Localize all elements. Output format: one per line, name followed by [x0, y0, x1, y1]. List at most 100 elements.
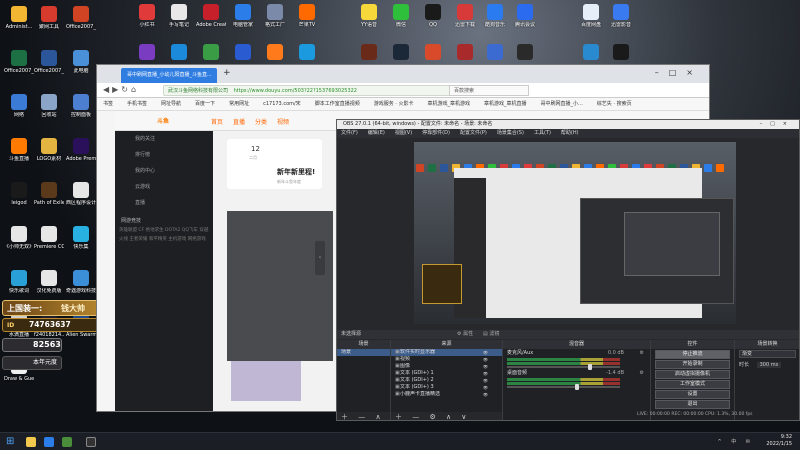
obs-window-controls[interactable]: –□× — [760, 120, 795, 129]
source-item[interactable]: ▣软件实时显示器 👁 — [391, 349, 502, 356]
desktop-shortcut[interactable]: QQ — [418, 4, 448, 28]
bookmark-item[interactable]: 章机游戏_章机直播 — [484, 101, 527, 107]
bookmark-item[interactable]: 脚本工作室直播视频 — [315, 101, 360, 107]
sidebar-item[interactable]: 直播 — [115, 195, 213, 211]
control-button[interactable]: 启动虚拟摄像机 — [655, 370, 730, 379]
desktop-shortcut[interactable]: 腾讯会议 — [510, 4, 540, 28]
video-player[interactable] — [227, 211, 333, 361]
desktop-shortcut[interactable]: Office2007_表格 — [4, 50, 34, 74]
desktop-shortcut[interactable] — [576, 44, 606, 62]
control-button[interactable]: 设置 — [655, 390, 730, 399]
obs-menu-item[interactable]: 停靠部件(D) — [422, 130, 450, 136]
site-menu-item[interactable]: 视频 — [277, 119, 289, 126]
source-item[interactable]: ▣文本 (GDI+) 2 👁 — [391, 377, 502, 384]
bookmark-item[interactable]: 哥中刷网直播_小... — [541, 101, 583, 107]
desktop-shortcut[interactable]: 快乐集 — [66, 226, 96, 250]
collapse-chevron-icon[interactable]: ‹ — [315, 241, 325, 275]
obs-taskbar-icon[interactable] — [86, 437, 96, 447]
desktop-shortcut[interactable]: Office2007_已打开PPT — [66, 6, 96, 30]
desktop-shortcut[interactable] — [450, 44, 480, 62]
desktop-shortcut[interactable]: 微信 — [386, 4, 416, 28]
source-toolbar-buttons[interactable]: ＋ — ⚙ ∧ ∨ — [391, 412, 502, 420]
desktop-shortcut[interactable] — [480, 44, 510, 62]
bookmark-item[interactable]: 手机书签 — [127, 101, 147, 107]
bookmark-item[interactable]: 游戏服务 · 火影卡 — [374, 101, 414, 107]
desktop-shortcut[interactable]: Office2007_文字 — [34, 50, 64, 74]
desktop-shortcut[interactable] — [260, 44, 290, 62]
desktop-shortcut[interactable] — [164, 44, 194, 62]
window-controls[interactable]: –□× — [655, 68, 703, 77]
taskbar-clock[interactable]: 9:32 2022/1/15 — [766, 434, 792, 448]
desktop-shortcut[interactable]: 迅雷下载 — [450, 4, 480, 28]
desktop-shortcut[interactable]: 网络 — [4, 94, 34, 118]
desktop-shortcut[interactable]: 快乐歌词 — [4, 270, 34, 294]
duration-input[interactable]: 300 ms — [756, 362, 782, 368]
visibility-eye-icon[interactable]: 👁 — [483, 363, 488, 370]
desktop-shortcut[interactable]: 此电脑 — [66, 50, 96, 74]
desktop-shortcut[interactable]: Premiere CC2018 — [34, 226, 64, 250]
properties-button[interactable]: ⚙ 属性 — [457, 330, 473, 339]
bookmark-item[interactable]: c17173.com/宋 — [263, 101, 301, 107]
sidebar-item[interactable]: 排行榜 — [115, 147, 213, 163]
sidebar-item[interactable]: 云游戏 — [115, 179, 213, 195]
desktop-shortcut[interactable]: 聚网工具 — [34, 6, 64, 30]
volume-slider[interactable] — [507, 364, 620, 370]
desktop-shortcut[interactable]: LOGO素材 — [34, 138, 64, 162]
bookmark-item[interactable]: 常用网址 — [229, 101, 249, 107]
obs-menu-item[interactable]: 配置文件(P) — [460, 130, 487, 136]
desktop-shortcut[interactable]: Adobe Creati... — [196, 4, 226, 28]
desktop-shortcut[interactable] — [196, 44, 226, 62]
visibility-eye-icon[interactable]: 👁 — [483, 349, 488, 356]
edge-icon[interactable] — [44, 437, 54, 447]
visibility-eye-icon[interactable]: 👁 — [483, 377, 488, 384]
obs-window[interactable]: OBS 27.0.1 (64-bit, windows) - 配置文件: 未命名… — [336, 119, 800, 421]
sidebar-item[interactable]: 我的关注 — [115, 131, 213, 147]
bookmark-item[interactable]: 网址导航 — [161, 101, 181, 107]
obs-menu-item[interactable]: 编辑(E) — [368, 130, 385, 136]
windows-start-icon[interactable]: ⊞ — [6, 437, 16, 447]
desktop-shortcut[interactable] — [292, 44, 322, 62]
obs-menu-item[interactable]: 场景集合(S) — [497, 130, 524, 136]
source-item[interactable]: ▣文本 (GDI+) 3 👁 — [391, 384, 502, 391]
desktop-shortcut[interactable]: 《小帅无双》奇趣直播 — [4, 226, 34, 250]
file-explorer-icon[interactable] — [26, 437, 36, 447]
desktop-shortcut[interactable] — [132, 44, 162, 62]
desktop-shortcut[interactable]: 奇遇游戏科技直播 — [66, 270, 96, 294]
scene-item[interactable]: 场景 — [337, 349, 390, 356]
desktop-shortcut[interactable]: 电脑管家 — [228, 4, 258, 28]
bookmark-item[interactable]: 书签 — [103, 101, 113, 107]
obs-preview[interactable] — [414, 142, 736, 324]
desktop-shortcut[interactable]: Adobe Premie... — [66, 138, 96, 162]
app-icon[interactable] — [62, 437, 72, 447]
desktop-shortcut[interactable] — [418, 44, 448, 62]
site-logo[interactable]: 斗鱼 — [157, 116, 169, 125]
desktop-shortcut[interactable]: 格式工厂 — [260, 4, 290, 28]
sidebar-item[interactable]: 我的中心 — [115, 163, 213, 179]
visibility-eye-icon[interactable]: 👁 — [483, 370, 488, 377]
system-tray[interactable]: ^ 中 ✉ — [717, 438, 754, 445]
control-button[interactable]: 停止推流 — [655, 350, 730, 359]
site-menu-item[interactable]: 直播 — [233, 119, 245, 126]
desktop-shortcut[interactable]: 手写笔记 — [164, 4, 194, 28]
bookmark-item[interactable]: 综艺失 · 搜索页 — [597, 101, 632, 107]
browser-tab-douyu[interactable]: 哥中刷网直播_小幼儿阳直播_斗鱼直... — [121, 68, 217, 83]
volume-slider[interactable] — [507, 384, 620, 390]
address-bar[interactable]: 武汉斗鱼网络科技有限公司 https://www.douyu.com/503?2… — [163, 85, 463, 96]
volume-slider-knob[interactable] — [574, 384, 579, 390]
desktop-shortcut[interactable]: 迅雷影音 — [606, 4, 636, 28]
desktop-shortcut[interactable] — [606, 44, 636, 62]
visibility-eye-icon[interactable]: 👁 — [483, 391, 488, 398]
bookmark-item[interactable]: 章机游戏_章机游戏 — [427, 101, 470, 107]
mixer-gear-icon[interactable]: ⚙ — [640, 349, 644, 357]
visibility-eye-icon[interactable]: 👁 — [483, 384, 488, 391]
control-button[interactable]: 退出 — [655, 400, 730, 409]
video-thumbnail[interactable] — [231, 361, 301, 401]
control-button[interactable]: 工作室模式 — [655, 380, 730, 389]
source-item[interactable]: ▣文本 (GDI+) 1 👁 — [391, 370, 502, 377]
transition-select[interactable]: 渐变 — [739, 350, 796, 358]
obs-menu-item[interactable]: 视图(V) — [395, 130, 412, 136]
scene-toolbar[interactable]: ＋ — ∧ ∨ — [337, 412, 390, 420]
desktop-shortcut[interactable]: Path of Exile — [34, 182, 64, 206]
desktop-shortcut[interactable]: leigod — [4, 182, 34, 206]
source-item[interactable]: ▣小鹿声卡直播精选 👁 — [391, 391, 502, 398]
